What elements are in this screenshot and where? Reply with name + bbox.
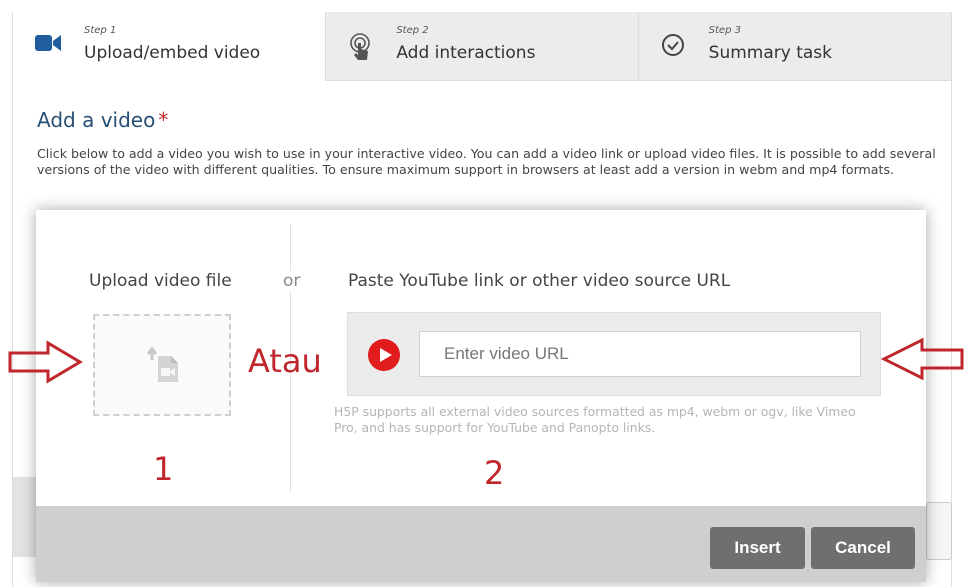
upload-video-button[interactable] (93, 314, 231, 416)
touch-pointer-icon (348, 33, 372, 65)
tab-label: Upload/embed video (84, 43, 261, 63)
section-title: Add a video * (37, 108, 168, 132)
step-tabs: Step 1 Upload/embed video Step 2 Add int… (13, 12, 951, 81)
tab-step-label: Step 2 (396, 25, 429, 36)
add-video-dialog: Upload video file or Paste YouTube link … (36, 210, 926, 582)
paste-url-label: Paste YouTube link or other video source… (348, 271, 731, 291)
left-annotation-arrow-icon (8, 340, 83, 384)
or-label: or (279, 271, 305, 291)
insert-button[interactable]: Insert (710, 527, 805, 569)
section-title-text: Add a video (37, 108, 156, 132)
section-description: Click below to add a video you wish to u… (37, 146, 936, 177)
annotation-atau: Atau (248, 342, 322, 380)
tab-upload-embed-video[interactable]: Step 1 Upload/embed video (13, 12, 326, 80)
cancel-button[interactable]: Cancel (811, 527, 915, 569)
right-annotation-arrow-icon (880, 337, 964, 381)
tab-summary-task[interactable]: Step 3 Summary task (637, 12, 951, 81)
tab-step-label: Step 1 (84, 25, 117, 36)
url-panel (347, 312, 881, 396)
upload-video-label: Upload video file (89, 271, 232, 291)
background-button (926, 502, 952, 560)
video-url-input[interactable] (419, 331, 861, 377)
tab-label: Add interactions (396, 43, 536, 63)
background-panel (13, 477, 38, 557)
tab-label: Summary task (708, 43, 832, 63)
tab-add-interactions[interactable]: Step 2 Add interactions (325, 12, 638, 81)
dialog-footer: Insert Cancel (36, 506, 926, 582)
youtube-play-icon (367, 338, 401, 376)
annotation-number-2: 2 (484, 454, 505, 492)
check-circle-icon (661, 33, 685, 61)
upload-video-file-icon (145, 346, 183, 388)
annotation-number-1: 1 (153, 450, 174, 488)
required-mark: * (158, 108, 169, 132)
video-camera-icon (35, 33, 61, 57)
supported-sources-help-text: H5P supports all external video sources … (334, 404, 856, 435)
tab-step-label: Step 3 (708, 25, 741, 36)
